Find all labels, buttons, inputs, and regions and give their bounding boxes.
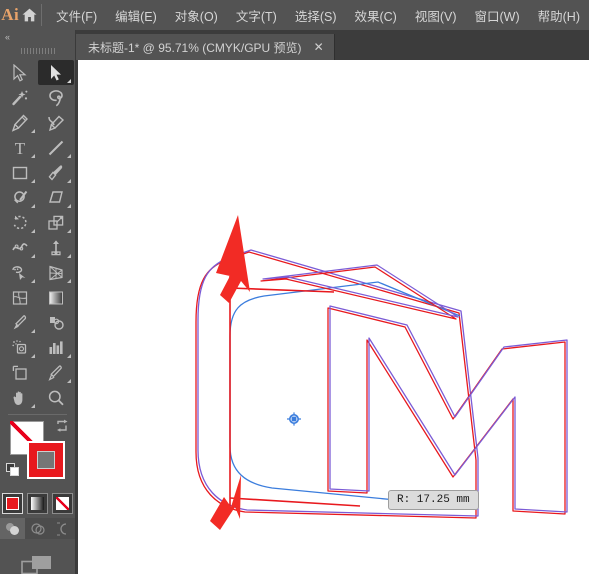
none-swatch-button[interactable] (52, 493, 73, 514)
tool-column-graph[interactable] (38, 335, 74, 360)
tool-blend[interactable] (38, 310, 74, 335)
svg-text:T: T (14, 139, 25, 157)
menu-bar: Ai 文件(F) 编辑(E) 对象(O) 文字(T) 选择(S) 效果(C) 视… (0, 0, 589, 30)
tool-flyout-indicator (30, 179, 35, 183)
tool-type[interactable]: T (2, 135, 38, 160)
document-tab[interactable]: 未标题-1* @ 95.71% (CMYK/GPU 预览) ✕ (76, 34, 335, 60)
drawing-modes (0, 518, 75, 539)
tool-grid: T (0, 58, 75, 410)
tool-selection[interactable] (2, 60, 38, 85)
tools-panel: « T (0, 30, 76, 574)
fill-stroke-controls (0, 419, 75, 491)
tool-flyout-indicator (30, 154, 35, 158)
draw-inside-mode-button[interactable] (50, 518, 75, 539)
tool-rectangle[interactable] (2, 160, 38, 185)
tool-line-segment[interactable] (38, 135, 74, 160)
corner-radius-arrow-top (216, 215, 250, 303)
tool-hand[interactable] (2, 385, 38, 410)
artboard-canvas[interactable]: R: 17.25 mm (76, 60, 589, 574)
tool-flyout-indicator (66, 254, 71, 258)
tool-zoom[interactable] (38, 385, 74, 410)
color-swatch-button[interactable] (2, 493, 23, 514)
tool-flyout-indicator (30, 254, 35, 258)
live-corner-preview-bottom (229, 336, 397, 501)
tool-flyout-indicator (66, 279, 71, 283)
corner-radius-arrow-bottom (210, 475, 241, 530)
tool-flyout-indicator (30, 404, 35, 408)
tool-paintbrush[interactable] (38, 160, 74, 185)
tools-divider (8, 414, 67, 415)
tool-flyout-indicator (66, 179, 71, 183)
document-tab-label: 未标题-1* @ 95.71% (CMYK/GPU 预览) (88, 40, 302, 55)
tool-flyout-indicator (30, 204, 35, 208)
outer-path-selected (197, 249, 479, 517)
menu-item-window[interactable]: 窗口(W) (466, 2, 529, 29)
tool-flyout-indicator (66, 79, 71, 83)
tool-shape-builder[interactable] (2, 260, 38, 285)
measurement-tooltip: R: 17.25 mm (388, 490, 479, 510)
tool-symbol-sprayer[interactable] (2, 335, 38, 360)
radius-construction-top (229, 287, 335, 293)
tool-curvature[interactable] (38, 110, 74, 135)
gradient-swatch-button[interactable] (27, 493, 48, 514)
letter-m-path-guide (327, 307, 566, 515)
tool-eraser[interactable] (38, 185, 74, 210)
tool-flyout-indicator (66, 154, 71, 158)
draw-behind-mode-button[interactable] (25, 518, 50, 539)
measurement-value: R: 17.25 mm (397, 494, 470, 506)
outer-path-guide (195, 251, 477, 519)
menu-item-view[interactable]: 视图(V) (406, 2, 466, 29)
menu-item-help[interactable]: 帮助(H) (529, 2, 589, 29)
tool-free-transform[interactable] (38, 235, 74, 260)
tool-magic-wand[interactable] (2, 85, 38, 110)
tool-flyout-indicator (30, 329, 35, 333)
menu-item-effect[interactable]: 效果(C) (345, 2, 405, 29)
tool-gradient[interactable] (38, 285, 74, 310)
home-icon[interactable] (20, 0, 38, 30)
tool-rotate[interactable] (2, 210, 38, 235)
fill-type-swatches (0, 493, 75, 514)
menu-item-file[interactable]: 文件(F) (47, 2, 106, 29)
tool-mesh[interactable] (2, 285, 38, 310)
menu-divider (40, 4, 42, 26)
swap-fill-stroke-icon[interactable] (55, 419, 69, 433)
tool-flyout-indicator (30, 279, 35, 283)
tool-direct-selection[interactable] (37, 60, 74, 85)
tool-width[interactable] (2, 235, 38, 260)
radius-construction-bottom (229, 497, 361, 507)
center-point-marker (287, 412, 301, 426)
artwork-paths (195, 215, 568, 530)
fill-swatch[interactable] (27, 441, 65, 479)
tool-eyedropper[interactable] (2, 310, 38, 335)
menu-item-edit[interactable]: 编辑(E) (106, 2, 166, 29)
menu-item-list: 文件(F) 编辑(E) 对象(O) 文字(T) 选择(S) 效果(C) 视图(V… (47, 2, 589, 29)
tool-artboard[interactable] (2, 360, 38, 385)
menu-item-select[interactable]: 选择(S) (286, 2, 346, 29)
tool-flyout-indicator (66, 229, 71, 233)
tool-flyout-indicator (66, 204, 71, 208)
close-icon[interactable]: ✕ (312, 41, 326, 53)
tool-lasso[interactable] (38, 85, 74, 110)
tool-pen[interactable] (2, 110, 38, 135)
change-screen-mode-icon[interactable] (0, 553, 75, 574)
collapse-panel-icon[interactable]: « (0, 30, 75, 44)
menu-item-type[interactable]: 文字(T) (227, 2, 286, 29)
tool-flyout-indicator (66, 379, 71, 383)
tool-scale[interactable] (38, 210, 74, 235)
default-fill-stroke-icon[interactable] (6, 463, 20, 477)
fill-swatch-inner (37, 451, 55, 469)
tool-flyout-indicator (66, 354, 71, 358)
document-tab-bar: 未标题-1* @ 95.71% (CMYK/GPU 预览) ✕ (0, 30, 589, 60)
tool-slice[interactable] (38, 360, 74, 385)
tool-perspective-grid[interactable] (38, 260, 74, 285)
app-logo: Ai (1, 5, 20, 24)
draw-normal-mode-button[interactable] (0, 518, 25, 539)
tool-flyout-indicator (30, 229, 35, 233)
illustrator-window: Ai 文件(F) 编辑(E) 对象(O) 文字(T) 选择(S) 效果(C) 视… (0, 0, 589, 574)
tool-shaper[interactable] (2, 185, 38, 210)
panel-drag-handle[interactable] (0, 44, 75, 58)
tool-flyout-indicator (30, 354, 35, 358)
tool-flyout-indicator (30, 129, 35, 133)
menu-item-object[interactable]: 对象(O) (166, 2, 227, 29)
